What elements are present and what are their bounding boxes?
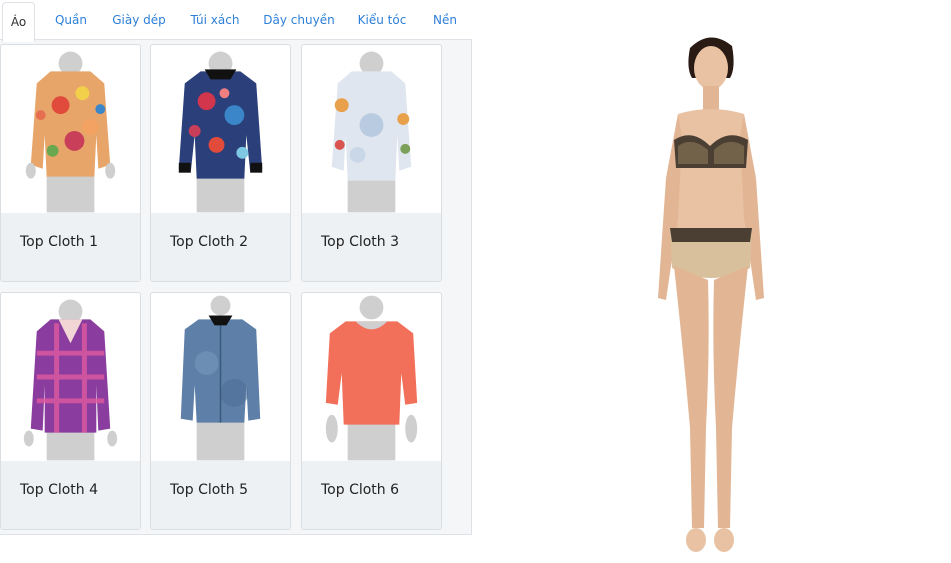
shirt-image: [25, 51, 116, 213]
item-card[interactable]: Top Cloth 1: [0, 44, 141, 282]
model-preview: [658, 37, 764, 552]
item-title: Top Cloth 6: [321, 482, 400, 498]
item-card[interactable]: Top Cloth 3: [301, 44, 442, 282]
clothing-panel: Áo Quần Giày dép Túi xách Dây chuyền Kiể…: [0, 0, 472, 535]
item-title: Top Cloth 2: [170, 234, 249, 250]
item-caption: Top Cloth 3: [302, 213, 441, 281]
item-title: Top Cloth 1: [20, 234, 99, 250]
tab-day-chuyen[interactable]: Dây chuyền: [260, 0, 338, 39]
tab-nen[interactable]: Nền: [426, 0, 464, 39]
item-title: Top Cloth 3: [321, 234, 400, 250]
tab-quan[interactable]: Quần: [50, 0, 92, 39]
tab-giay-dep[interactable]: Giày dép: [108, 0, 170, 39]
shirt-image: [23, 299, 118, 461]
item-title: Top Cloth 4: [20, 482, 99, 498]
item-caption: Top Cloth 2: [151, 213, 290, 281]
item-card[interactable]: Top Cloth 5: [150, 292, 291, 530]
category-tabs: Áo Quần Giày dép Túi xách Dây chuyền Kiể…: [0, 0, 472, 42]
shirt-image: [331, 51, 412, 213]
shirt-image: [180, 295, 261, 461]
shirt-image: [325, 295, 418, 461]
item-caption: Top Cloth 1: [1, 213, 140, 281]
item-title: Top Cloth 5: [170, 482, 249, 498]
item-caption: Top Cloth 6: [302, 461, 441, 529]
item-card[interactable]: Top Cloth 4: [0, 292, 141, 530]
item-card[interactable]: Top Cloth 6: [301, 292, 442, 530]
tab-kieu-toc[interactable]: Kiểu tóc: [352, 0, 412, 39]
item-card[interactable]: Top Cloth 2: [150, 44, 291, 282]
tab-tui-xach[interactable]: Túi xách: [184, 0, 246, 39]
shirt-image: [178, 51, 263, 213]
tab-ao[interactable]: Áo: [2, 2, 35, 42]
item-caption: Top Cloth 4: [1, 461, 140, 529]
item-caption: Top Cloth 5: [151, 461, 290, 529]
